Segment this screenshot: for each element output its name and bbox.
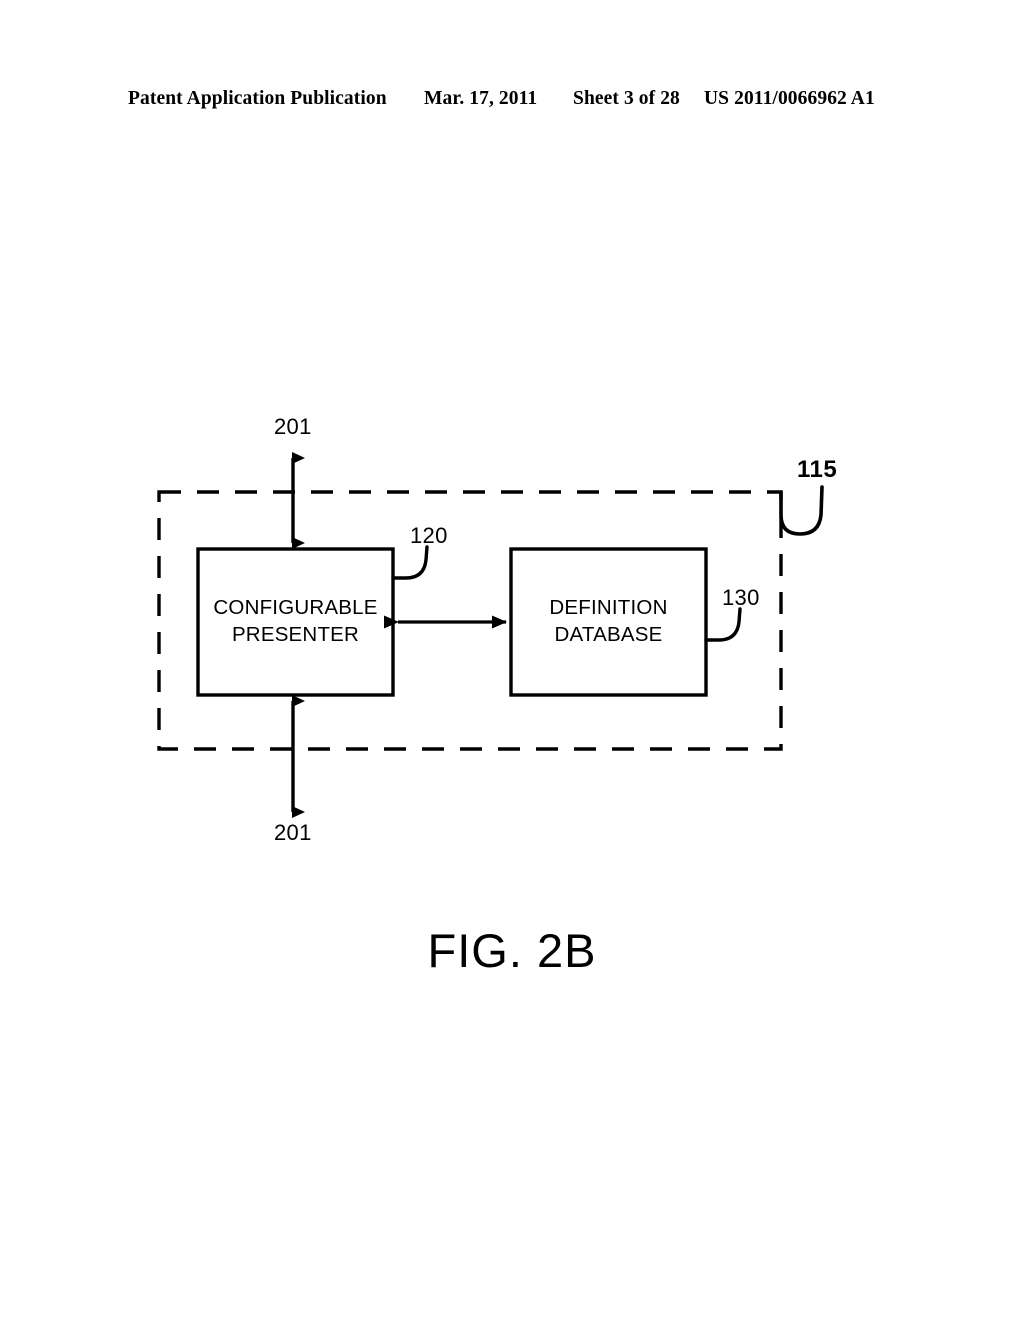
leader-line-120 xyxy=(391,545,429,580)
box-label-line2: DATABASE xyxy=(554,623,663,646)
leader-line-130 xyxy=(704,607,742,642)
reference-numeral-130: 130 xyxy=(722,585,760,610)
box-label-configurable-presenter: CONFIGURABLE PRESENTER xyxy=(198,594,393,648)
leader-line-115 xyxy=(779,485,824,536)
box-label-line1: CONFIGURABLE xyxy=(213,596,378,619)
reference-numeral-201-bottom: 201 xyxy=(274,820,312,845)
reference-numeral-115: 115 xyxy=(797,456,838,483)
figure-caption: FIG. 2B xyxy=(427,924,597,977)
box-label-line1: DEFINITION xyxy=(549,596,668,619)
box-label-line2: PRESENTER xyxy=(231,623,360,646)
reference-numeral-120: 120 xyxy=(410,523,448,548)
figure-diagram-svg xyxy=(157,452,824,818)
box-label-definition-database: DEFINITION DATABASE xyxy=(511,594,706,648)
patent-figure-2b: CONFIGURABLE PRESENTER DEFINITION DATABA… xyxy=(0,0,1024,1320)
reference-numeral-201-top: 201 xyxy=(274,414,312,439)
